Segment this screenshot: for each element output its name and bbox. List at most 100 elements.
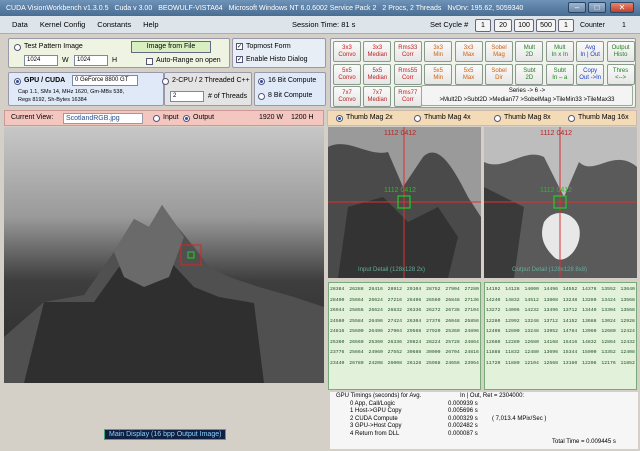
kernel-button-output-histo[interactable]: Output Histo	[606, 41, 635, 62]
input-detail-thumb[interactable]: 1112 0412 1112 0412 Input Detail (128x12…	[328, 127, 481, 278]
kernel-button-3x3-max[interactable]: 3x3 Max	[454, 41, 483, 62]
bit16-label: 16 Bit Compute	[268, 77, 317, 84]
kernel-button-5x5-max[interactable]: 5x5 Max	[454, 63, 483, 85]
series-button[interactable]: Series -> 6 -> >Mult2D >Subt2D >Median77…	[421, 85, 633, 106]
kernel-button-3x3-convo[interactable]: 3x3 Convo	[333, 41, 361, 62]
pixel-value: 13568	[620, 297, 635, 303]
menu-data[interactable]: Data	[12, 20, 28, 29]
kernel-button-line-2: Corr	[401, 74, 414, 81]
autorange-label: Auto-Range on open	[156, 57, 221, 64]
histo-checkbox[interactable]: ✓	[236, 56, 243, 63]
kernel-button-sobel-mag[interactable]: Sobel Mag	[485, 41, 513, 62]
kernel-button-rms77-corr[interactable]: Rms77 Corr	[393, 86, 422, 107]
kernel-button-5x5-min[interactable]: 5x5 Min	[424, 63, 453, 85]
pixel-grid-row: 12408 12800 13248 13952 14784 13960 12680 12424	[486, 327, 635, 338]
thumb-mag-16x-label: Thumb Mag 16x	[578, 114, 629, 121]
main-display-caption: Main Display (16 bpp Output Image)	[104, 429, 227, 440]
bit16-radio[interactable]	[258, 78, 265, 85]
maximize-button[interactable]: □	[588, 2, 606, 13]
input-detail-canvas	[328, 127, 481, 278]
pixel-value: 13496	[543, 308, 559, 313]
kernel-button-line-1: Rms77	[398, 90, 418, 96]
kernel-button-subt-ina[interactable]: Subt In – a	[545, 63, 574, 85]
input-detail-caption: Input Detail (128x128 2x)	[358, 267, 426, 273]
cycle-500-button[interactable]: 500	[536, 19, 556, 32]
kernel-button-7x7-median[interactable]: 7x7 Median	[363, 86, 392, 107]
cycle-100-button[interactable]: 100	[514, 19, 534, 32]
topmost-checkbox[interactable]: ✓	[236, 43, 243, 50]
session-label: Session Time:	[292, 20, 340, 29]
kernel-button-5x5-convo[interactable]: 5x5 Convo	[333, 63, 361, 85]
gpu-cuda-radio[interactable]	[14, 78, 21, 85]
pixel-value: 26048	[445, 318, 460, 324]
output-pixel-grid: 14192 14128 14000 14496 14552 14376 13552 13640…	[484, 282, 637, 390]
menu-constants[interactable]: Constants	[97, 20, 131, 29]
pixel-value: 13304	[601, 308, 616, 313]
cycle-custom-button[interactable]: 1	[558, 19, 574, 32]
proc-info: 2 Procs, 2 Threads	[382, 4, 442, 12]
timing-header-right: In | Out, Ret = 2304000:	[460, 393, 525, 399]
autorange-checkbox[interactable]	[146, 58, 153, 65]
pixel-value: 27920	[426, 329, 441, 334]
pixel-value: 24208	[368, 360, 383, 366]
kernel-button-copy-outin[interactable]: Copy Out ->In	[576, 63, 605, 85]
kernel-button-mult-2d[interactable]: Mult 2D	[515, 41, 544, 62]
current-view-label: Current View:	[11, 114, 54, 121]
width-field[interactable]: 1024	[24, 55, 58, 66]
kernel-button-line-2: Max	[462, 74, 475, 81]
close-button[interactable]: ✕	[610, 2, 634, 13]
bit8-radio[interactable]	[258, 93, 265, 100]
device-select[interactable]: 0 GeForce 8800 GT	[72, 75, 138, 86]
kernel-button-subt-2d[interactable]: Subt 2D	[515, 63, 544, 85]
output-detail-thumb[interactable]: 1112 0412 1112 0412 Output Detail (128x1…	[484, 127, 637, 278]
kernel-button-rms55-corr[interactable]: Rms55 Corr	[393, 63, 422, 85]
kernel-button-3x3-median[interactable]: 3x3 Median	[363, 41, 392, 62]
kernel-button-7x7-convo[interactable]: 7x7 Convo	[333, 86, 361, 107]
pixel-value: 26496	[406, 297, 422, 303]
pixel-grid-row: 12280 12992 13248 13712 14152 13688 13024 12928	[486, 317, 635, 328]
kernel-button-line-1: Sobel	[491, 67, 507, 74]
view-output-radio[interactable]	[183, 115, 190, 122]
thumb-mag-8x-radio[interactable]	[494, 115, 501, 122]
height-field[interactable]: 1024	[74, 55, 108, 66]
kernel-button-line-1: Sobel	[491, 45, 507, 51]
pixel-value: 14376	[582, 287, 597, 292]
thumb-mag-2x-label: Thumb Mag 2x	[346, 114, 393, 121]
test-pattern-radio[interactable]	[14, 44, 21, 51]
menu-kernel-config[interactable]: Kernel Config	[40, 20, 85, 29]
kernel-button-line-2: Min	[433, 74, 444, 81]
kernel-button-5x5-median[interactable]: 5x5 Median	[363, 63, 392, 85]
kernel-button-thres-[interactable]: Thres <-->	[606, 63, 635, 85]
pixel-value: 15416	[562, 339, 578, 345]
pixel-value: 30688	[406, 350, 422, 355]
pixel-value: 26128	[406, 360, 422, 366]
kernel-button-line-1: Avg	[585, 45, 596, 51]
pixel-value: 13160	[562, 360, 578, 366]
menu-help[interactable]: Help	[143, 20, 158, 29]
image-from-file-button[interactable]: Image from File	[131, 41, 211, 53]
pixel-grid-row: 11888 11832 12480 13696 15344 15000 13352 12408	[486, 348, 635, 359]
kernel-button-line-2: Corr	[401, 52, 414, 58]
minimize-button[interactable]: –	[568, 2, 586, 13]
kernel-button-mult-inxin[interactable]: Mult In x In	[545, 41, 574, 62]
kernel-button-line-1: Output	[611, 45, 630, 51]
kernel-button-3x3-min[interactable]: 3x3 Min	[424, 41, 453, 62]
thumb-mag-4x-radio[interactable]	[414, 115, 421, 122]
os-version: Microsoft Windows NT 6.0.6002 Service Pa…	[228, 4, 377, 12]
view-input-radio[interactable]	[153, 115, 160, 122]
main-display-image[interactable]	[4, 127, 324, 383]
thumb-mag-16x-radio[interactable]	[568, 115, 575, 122]
cycle-20-button[interactable]: 20	[494, 19, 512, 32]
kernel-button-sobel-dir[interactable]: Sobel Dir	[485, 63, 513, 85]
pixel-value: 11888	[486, 350, 501, 355]
pixel-value: 25360	[330, 339, 345, 345]
cycle-1-button[interactable]: 1	[475, 19, 491, 32]
thumb-mag-2x-radio[interactable]	[336, 115, 343, 122]
threads-select[interactable]: 2	[170, 91, 204, 102]
kernel-button-avg-inout[interactable]: Avg In | Out	[576, 41, 605, 62]
view-file-field[interactable]: ScotlandRGB.jpg	[63, 113, 143, 124]
cpu-radio[interactable]	[162, 78, 169, 85]
pixel-grid-row: 28384 26288 28416 28912 29104 28752 27904 27280	[330, 285, 479, 296]
width-label: W	[62, 57, 69, 64]
kernel-button-rms33-corr[interactable]: Rms33 Corr	[393, 41, 422, 62]
